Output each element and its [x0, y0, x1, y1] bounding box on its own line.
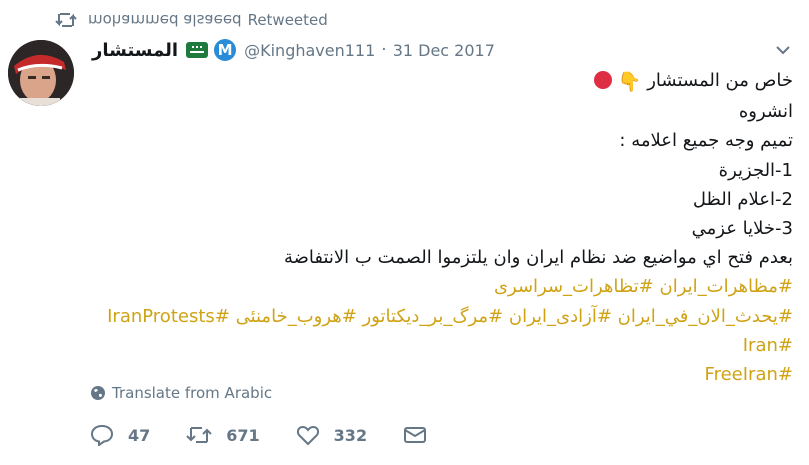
red-circle-icon — [594, 71, 613, 89]
tweet-line: انشروه — [738, 101, 793, 123]
tweet-line: تميم وجه جميع اعلامه : — [619, 130, 793, 152]
hashtag-line[interactable]: #يحدث_الان_في_ايران #آزادی_ایران #مرگ_بر… — [103, 302, 793, 331]
chevron-down-icon[interactable] — [775, 42, 791, 58]
globe-icon — [91, 386, 105, 400]
tweet-line: 1-الجزيرة — [718, 159, 793, 181]
retweet-count: 671 — [226, 425, 260, 445]
hashtag-line[interactable]: #مظاهرات_ایران #تظاهرات_سراسری — [103, 272, 793, 301]
tweet-header: المستشار M @Kinghaven111 · 31 Dec 2017 — [92, 38, 755, 62]
avatar-image — [8, 40, 74, 106]
tweet-text: خاص من المستشار 👇 انشروه تميم وجه جميع ا… — [103, 66, 793, 389]
separator-dot: · — [381, 40, 387, 60]
retweet-button[interactable]: 671 — [186, 424, 260, 446]
reply-icon — [90, 424, 114, 446]
saudi-flag-icon — [186, 42, 209, 58]
reply-button[interactable]: 47 — [90, 424, 150, 446]
tweet-line-text: خاص من المستشار — [647, 70, 793, 91]
tweet-line: 3-خلايا عزمي — [691, 218, 793, 240]
retweet-icon — [186, 427, 212, 443]
like-count: 332 — [333, 425, 368, 445]
pointing-down-icon: 👇 — [617, 71, 642, 93]
hashtag-iran[interactable]: #Iran — [103, 331, 793, 360]
reply-count: 47 — [128, 425, 151, 445]
tweet-line: بعدم فتح اي مواضيع ضد نظام ايران وان يلت… — [283, 247, 793, 269]
avatar[interactable] — [8, 40, 74, 106]
tweet-line: خاص من المستشار 👇 — [103, 66, 793, 97]
translate-label: Translate from Arabic — [112, 384, 273, 402]
translate-link[interactable]: Translate from Arabic — [90, 384, 272, 402]
retweeted-label: Retweeted — [247, 11, 328, 29]
display-name[interactable]: المستشار — [92, 40, 178, 61]
retweet-context: mohammed alsaeed Retweeted — [54, 10, 328, 30]
tweet-actions: 47 671 332 — [90, 424, 477, 446]
like-icon — [296, 426, 319, 446]
tweet-line: 2-اعلام الظل — [692, 188, 793, 210]
retweeter-name[interactable]: mohammed alsaeed — [88, 11, 242, 29]
message-button[interactable] — [403, 425, 441, 445]
verified-m-icon: M — [214, 39, 237, 61]
user-handle[interactable]: @Kinghaven111 — [244, 41, 375, 60]
message-icon — [404, 427, 427, 443]
retweet-icon — [55, 13, 77, 27]
tweet-date[interactable]: 31 Dec 2017 — [393, 41, 495, 60]
like-button[interactable]: 332 — [296, 424, 367, 446]
